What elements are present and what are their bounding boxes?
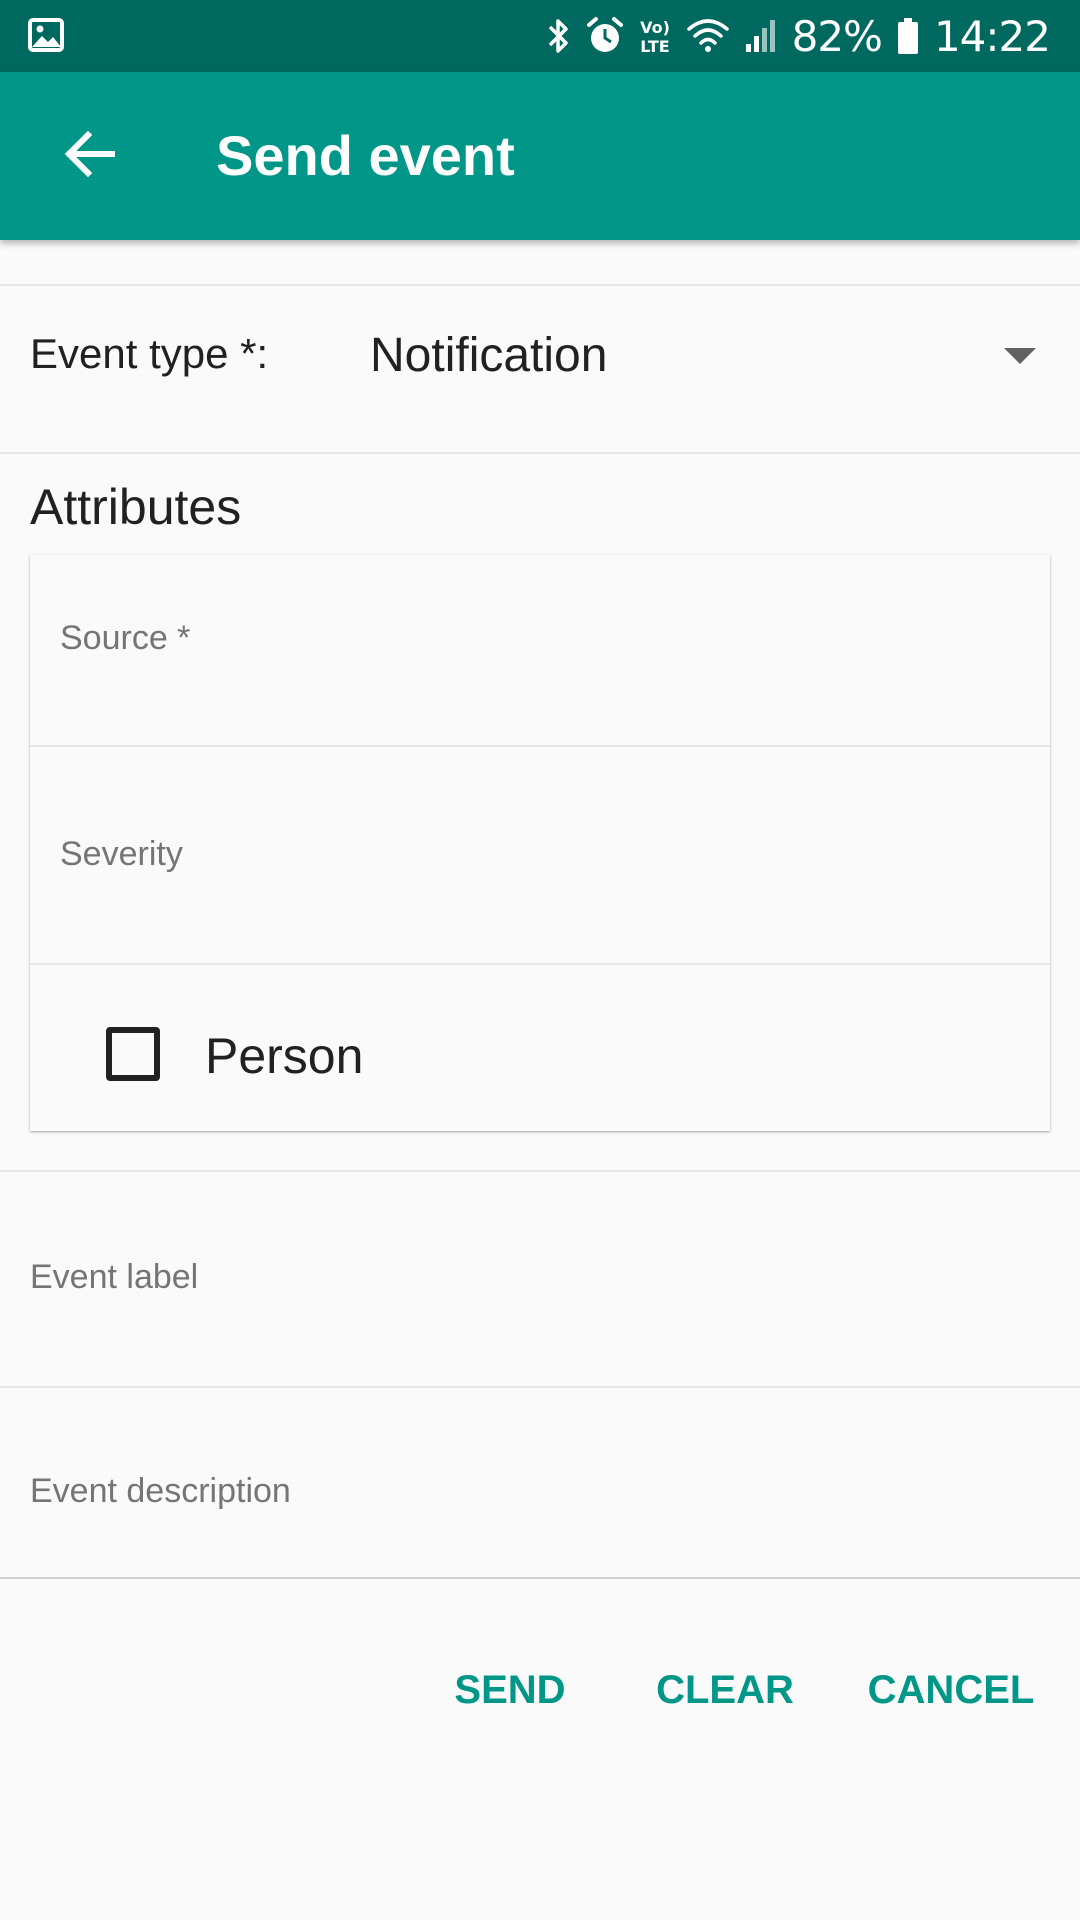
divider — [0, 452, 1080, 454]
volte-top-text: Vo) — [640, 18, 670, 37]
alarm-icon — [586, 16, 624, 56]
event-type-label: Event type *: — [30, 330, 269, 377]
status-icons: Vo) LTE 82% 14:22 — [546, 0, 1051, 72]
signal-icon — [744, 16, 778, 56]
clear-button[interactable]: CLEAR — [650, 1640, 800, 1740]
divider — [0, 284, 1080, 286]
clock: 14:22 — [933, 11, 1051, 61]
person-label: Person — [205, 1028, 364, 1084]
dropdown-arrow-icon — [1004, 348, 1036, 364]
severity-field[interactable]: Severity — [30, 747, 1050, 963]
battery-percent: 82% — [791, 11, 883, 61]
source-field[interactable]: Source * — [30, 555, 1050, 745]
event-description-hint: Event description — [30, 1472, 291, 1510]
source-hint: Source * — [60, 619, 191, 657]
attributes-heading: Attributes — [30, 479, 242, 535]
volte-bottom-text: LTE — [640, 37, 669, 56]
person-checkbox[interactable] — [106, 1027, 160, 1081]
event-type-value: Notification — [370, 329, 608, 382]
status-bar: Vo) LTE 82% 14:22 — [0, 0, 1080, 72]
page-title: Send event — [216, 124, 515, 187]
arrow-back-icon — [64, 130, 115, 178]
bluetooth-icon — [546, 16, 572, 56]
attributes-card: Source * Severity Person — [30, 555, 1050, 1131]
divider — [0, 1577, 1080, 1579]
event-type-dropdown[interactable]: Notification — [360, 300, 1050, 410]
back-button[interactable] — [48, 112, 132, 196]
event-label-field[interactable]: Event label — [0, 1172, 1080, 1386]
send-button[interactable]: SEND — [440, 1640, 580, 1740]
event-label-hint: Event label — [30, 1258, 199, 1296]
person-checkbox-row[interactable]: Person — [30, 965, 1050, 1131]
gallery-icon — [28, 18, 64, 52]
event-description-field[interactable]: Event description — [0, 1388, 1080, 1578]
volte-icon: Vo) LTE — [638, 16, 672, 56]
severity-hint: Severity — [60, 835, 183, 873]
action-bar: SEND CLEAR CANCEL — [0, 1640, 1080, 1740]
wifi-icon — [686, 16, 730, 56]
cancel-button[interactable]: CANCEL — [858, 1640, 1044, 1740]
battery-icon — [896, 16, 920, 56]
app-bar: Send event — [0, 72, 1080, 240]
